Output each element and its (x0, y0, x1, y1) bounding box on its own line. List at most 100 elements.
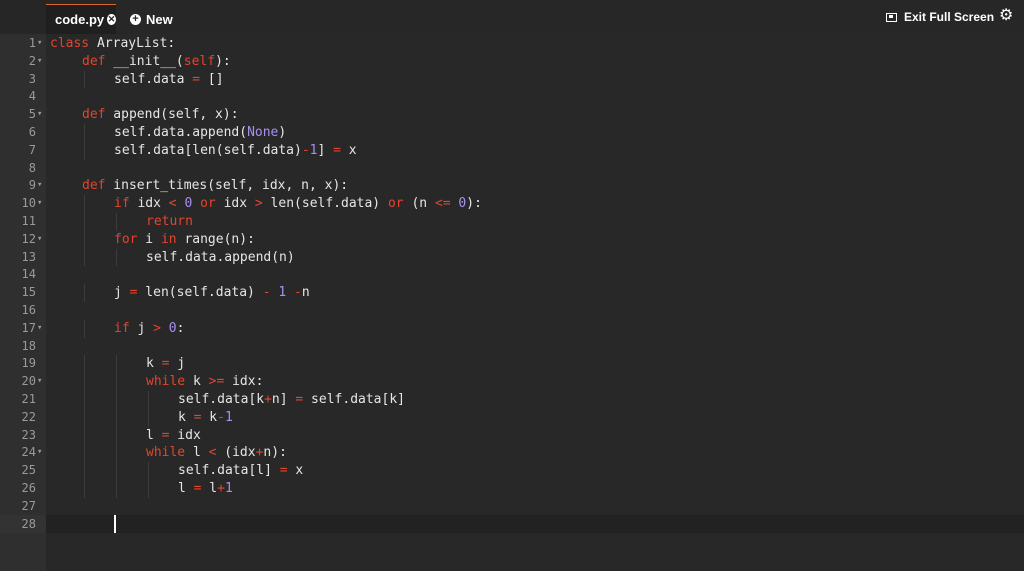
line-number: 22 (21, 409, 36, 424)
code-line[interactable]: 3 self.data = [] (0, 70, 1024, 89)
code-token: self (183, 53, 216, 69)
code-token: while (146, 374, 186, 390)
code-line[interactable]: 17 ▾ if j > 0: (0, 319, 1024, 338)
code-line[interactable]: 6 self.data.append(None) (0, 123, 1024, 142)
code-token: self.data (114, 71, 193, 87)
code-text: k = k-1 (178, 409, 233, 427)
line-number: 15 (21, 285, 36, 300)
code-line[interactable]: 15 j = len(self.data) - 1 -n (0, 284, 1024, 302)
code-token: ) (278, 124, 287, 140)
line-number: 4 (28, 89, 36, 104)
code-token: x (287, 463, 304, 479)
line-number: 28 (21, 516, 36, 531)
code-token: append(self, x): (105, 107, 239, 123)
code-token: >= (208, 374, 225, 390)
line-number: 24 (21, 445, 36, 460)
line-number: 1 (28, 36, 36, 50)
indent-guide (148, 390, 149, 409)
indent-guide (84, 195, 85, 213)
code-line[interactable]: 12 ▾ for i in range(n): (0, 230, 1024, 249)
code-token: ): (466, 196, 482, 212)
indent-guide (84, 212, 85, 231)
fold-toggle-icon[interactable]: ▾ (37, 53, 42, 71)
indent-guide (84, 408, 85, 427)
indent-guide (116, 212, 117, 231)
code-token: [] (200, 71, 224, 87)
code-line[interactable]: 27 (0, 498, 1024, 516)
code-text: return (146, 213, 193, 231)
gear-icon[interactable]: ⚙ (999, 6, 1013, 26)
code-line[interactable]: 22 k = k-1 (0, 408, 1024, 427)
code-line[interactable]: 4 (0, 88, 1024, 106)
code-line[interactable]: 10 ▾ if idx < 0 or idx > len(self.data) or… (0, 195, 1024, 213)
code-line[interactable]: 23 l = idx (0, 426, 1024, 445)
code-line[interactable]: 25 self.data[l] = x (0, 462, 1024, 480)
code-line[interactable]: 24 ▾ while l < (idx+n): (0, 444, 1024, 463)
code-token: - (262, 285, 271, 301)
code-token: if (114, 196, 130, 212)
code-line[interactable]: 26 l = l+1 (0, 479, 1024, 498)
code-token: (idx (216, 445, 256, 461)
indent-guide (84, 355, 85, 374)
code-line[interactable]: 21 self.data[k+n] = self.data[k] (0, 390, 1024, 409)
code-text: k = j (146, 355, 185, 373)
line-number: 6 (28, 124, 36, 139)
file-tab-label: code.py (55, 12, 105, 27)
fold-toggle-icon[interactable]: ▾ (37, 35, 42, 53)
code-token: n): (263, 445, 287, 461)
exit-fullscreen-button[interactable]: Exit Full Screen (886, 9, 994, 25)
code-line[interactable]: 7 self.data[len(self.data)-1] = x (0, 141, 1024, 160)
code-line[interactable]: 5 ▾ def append(self, x): (0, 106, 1024, 124)
fold-toggle-icon[interactable]: ▾ (37, 444, 42, 462)
indent-guide (116, 390, 117, 409)
code-lines[interactable]: 1 ▾ class ArrayList: 2 ▾ def __init__(self): 3… (0, 35, 1024, 533)
code-token: 1 (224, 409, 233, 425)
indent-guide (84, 284, 85, 302)
fold-toggle-icon[interactable]: ▾ (37, 195, 42, 213)
code-line[interactable]: 28 (0, 516, 1024, 534)
code-token: k (201, 409, 218, 425)
code-token: self.data[l] (178, 463, 280, 479)
code-line[interactable]: 13 self.data.append(n) (0, 248, 1024, 267)
code-line[interactable]: 20 ▾ while k >= idx: (0, 373, 1024, 391)
fold-toggle-icon[interactable]: ▾ (37, 320, 42, 338)
fold-toggle-icon[interactable]: ▾ (37, 177, 42, 195)
indent-guide (84, 479, 85, 498)
code-line[interactable]: 18 (0, 338, 1024, 356)
code-line[interactable]: 9 ▾ def insert_times(self, idx, n, x): (0, 177, 1024, 195)
line-number: 23 (21, 427, 36, 442)
file-tab[interactable]: code.py ✕ (46, 4, 116, 34)
code-token: if (114, 320, 130, 336)
code-token: = (192, 71, 201, 87)
indent-guide (84, 70, 85, 89)
code-token: l (178, 480, 194, 496)
fold-toggle-icon[interactable]: ▾ (37, 231, 42, 249)
code-token: n (301, 285, 310, 301)
fold-toggle-icon[interactable]: ▾ (37, 373, 42, 391)
new-file-button[interactable]: + New (130, 4, 173, 34)
fold-toggle-icon[interactable]: ▾ (37, 106, 42, 124)
indent-guide (116, 479, 117, 498)
code-text: while k >= idx: (146, 373, 263, 391)
line-number: 25 (21, 463, 36, 478)
code-line[interactable]: 1 ▾ class ArrayList: (0, 35, 1024, 53)
line-number: 26 (21, 480, 36, 495)
code-line[interactable]: 8 (0, 160, 1024, 178)
code-line[interactable]: 14 (0, 266, 1024, 284)
indent-guide (116, 444, 117, 463)
exit-fullscreen-label: Exit Full Screen (904, 10, 995, 24)
line-number: 27 (21, 498, 36, 513)
code-line[interactable]: 16 (0, 302, 1024, 320)
code-token: k (146, 356, 162, 372)
code-line[interactable]: 11 return (0, 212, 1024, 231)
code-line[interactable]: 19 k = j (0, 355, 1024, 374)
close-icon[interactable]: ✕ (107, 14, 116, 25)
code-line[interactable]: 2 ▾ def __init__(self): (0, 53, 1024, 71)
code-token: j (169, 356, 186, 372)
code-token: 1 (224, 480, 233, 496)
code-text: self.data = [] (114, 71, 224, 89)
line-number: 19 (21, 356, 36, 371)
fullscreen-icon (886, 12, 897, 22)
indent-guide (84, 230, 85, 249)
